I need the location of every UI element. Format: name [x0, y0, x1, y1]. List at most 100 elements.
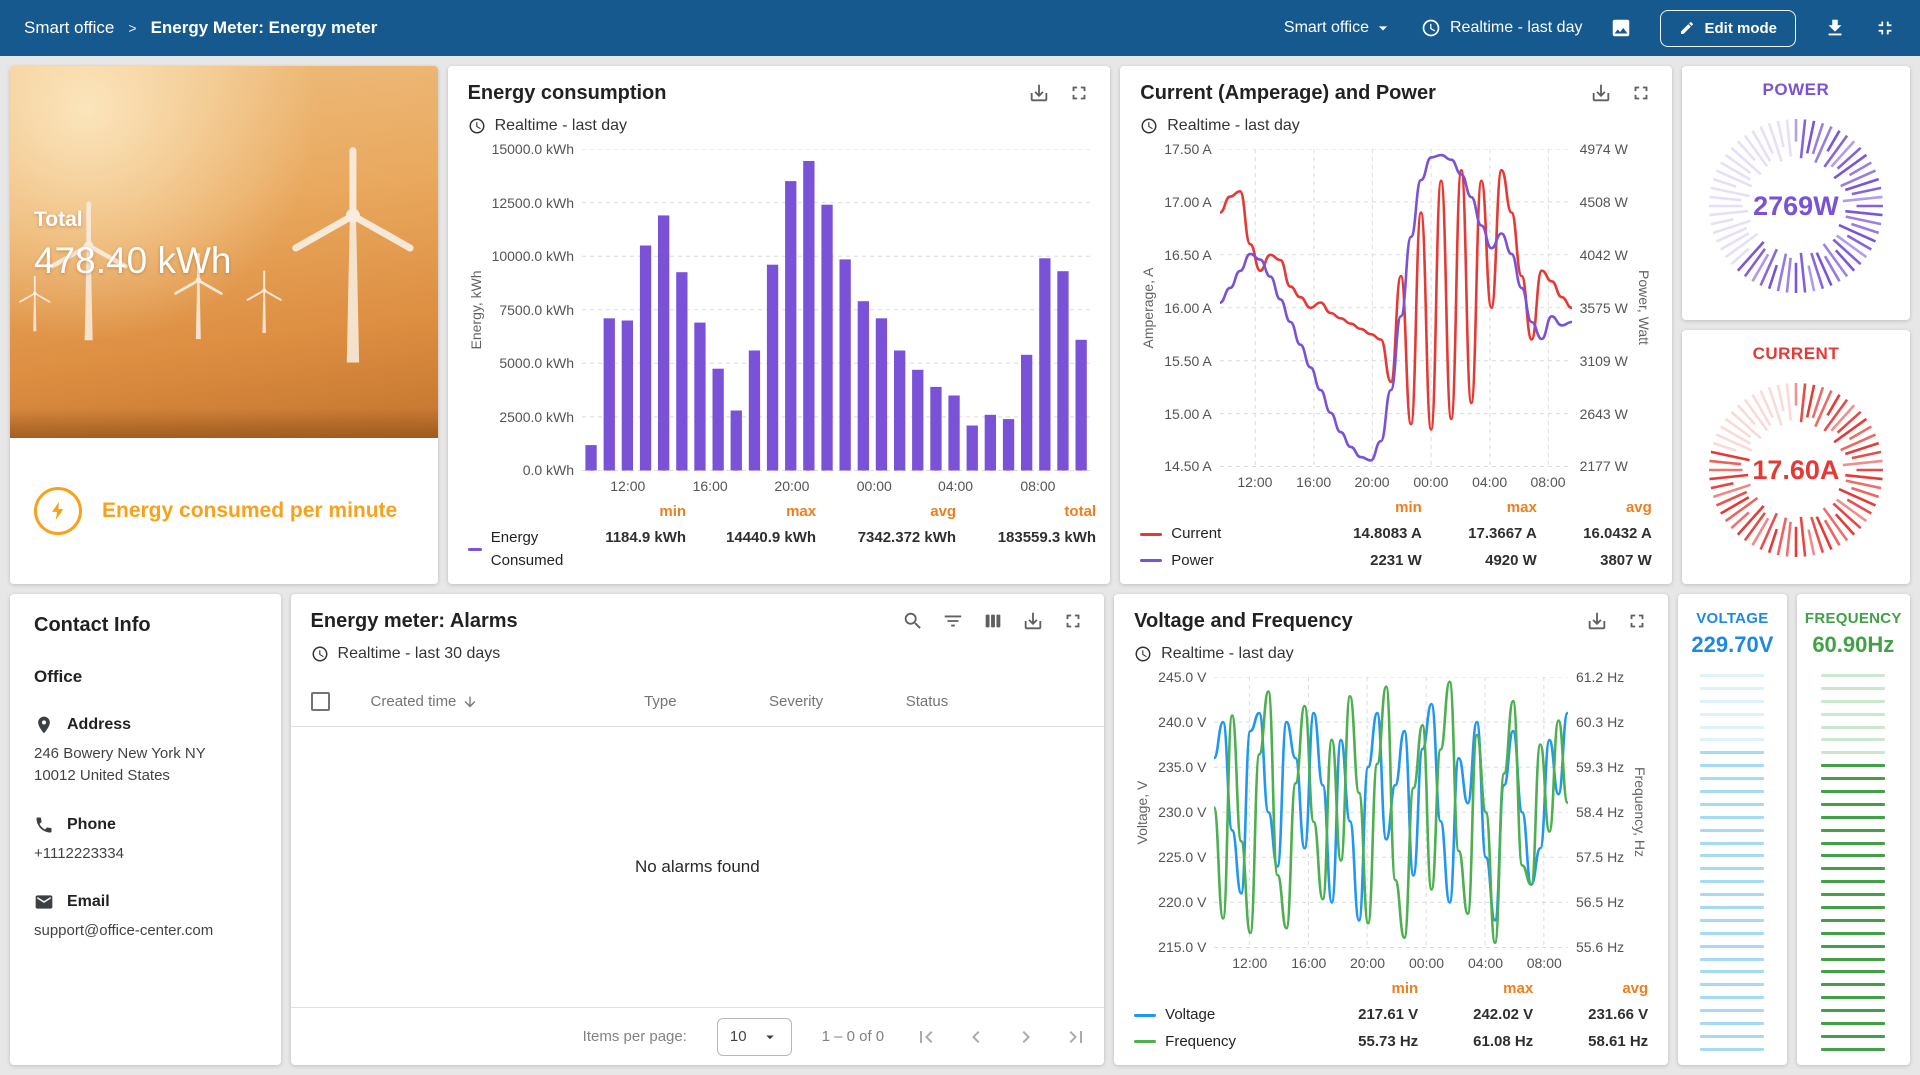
level-gauge-line: [1700, 777, 1764, 780]
columns-icon[interactable]: [982, 610, 1004, 632]
timewindow-label: Realtime - last day: [1161, 645, 1294, 663]
level-gauge-line: [1821, 906, 1885, 909]
alarms-table-header: Created time Type Severity Status: [291, 677, 1105, 727]
bolt-icon: [47, 500, 69, 522]
items-per-page-select[interactable]: 10: [717, 1018, 792, 1056]
total-value: 478.40 kWh: [34, 240, 231, 282]
column-severity[interactable]: Severity: [769, 693, 906, 710]
level-gauge-line: [1700, 970, 1764, 973]
level-gauge-line: [1821, 1048, 1885, 1051]
legend-total-value: 183559.3 kWh: [956, 527, 1096, 572]
level-gauge-line: [1700, 996, 1764, 999]
edit-mode-button[interactable]: Edit mode: [1660, 10, 1796, 47]
voltage-min: 217.61 V: [1303, 1004, 1418, 1027]
previous-page-button[interactable]: [964, 1025, 988, 1049]
alarms-paginator: Items per page: 10 1 – 0 of 0: [291, 1007, 1105, 1065]
entity-select[interactable]: Smart office: [1284, 18, 1393, 38]
fullscreen-icon[interactable]: [1630, 82, 1652, 104]
alarms-card: Energy meter: Alarms Realtime - last 30 …: [291, 594, 1105, 1065]
timewindow-label: Realtime - last day: [495, 117, 628, 135]
legend-swatch: [1140, 559, 1162, 562]
legend-series-label: Voltage: [1165, 1004, 1215, 1027]
level-gauge-line: [1700, 958, 1764, 961]
address-line-1: 246 Bowery New York NY: [34, 744, 257, 764]
level-gauge-line: [1700, 1035, 1764, 1038]
legend-avg-header: avg: [1537, 497, 1652, 520]
widget-timewindow[interactable]: Realtime - last day: [468, 117, 1091, 135]
level-gauge-line: [1700, 893, 1764, 896]
select-all-checkbox[interactable]: [311, 692, 330, 711]
filter-icon[interactable]: [942, 610, 964, 632]
entity-select-value: Smart office: [1284, 19, 1369, 37]
sort-desc-icon: [462, 694, 478, 710]
left-axis-labels: 245.0 V240.0 V235.0 V230.0 V225.0 V220.0…: [1150, 677, 1214, 948]
legend-series-frequency[interactable]: Frequency: [1134, 1031, 1303, 1054]
export-icon[interactable]: [1590, 82, 1612, 104]
legend-series-energy-consumed[interactable]: Energy Consumed: [468, 527, 572, 572]
x-tick-label: 08:00: [1020, 478, 1055, 494]
fullscreen-icon[interactable]: [1068, 82, 1090, 104]
phone-label: Phone: [67, 816, 116, 834]
timewindow-button[interactable]: Realtime - last day: [1421, 18, 1583, 38]
level-gauge-line: [1700, 687, 1764, 690]
y-axis-title: Energy, kWh: [468, 149, 484, 497]
level-gauge-line: [1700, 803, 1764, 806]
widget-timewindow[interactable]: Realtime - last day: [1140, 117, 1652, 135]
line-chart: [1220, 149, 1572, 467]
voltage-max: 242.02 V: [1418, 1004, 1533, 1027]
next-page-button[interactable]: [1014, 1025, 1038, 1049]
right-axis-title: Frequency, Hz: [1632, 677, 1648, 974]
first-page-button[interactable]: [914, 1025, 938, 1049]
current-gauge-card: CURRENT 17.60A: [1682, 330, 1910, 584]
chart-legend: min max avg total Energy Consumed 1184.9…: [468, 501, 1091, 573]
no-alarms-message: No alarms found: [291, 727, 1105, 1007]
legend-swatch: [1134, 1040, 1156, 1043]
last-page-button[interactable]: [1064, 1025, 1088, 1049]
level-gauge-line: [1700, 700, 1764, 703]
level-gauge-line: [1700, 751, 1764, 754]
widget-timewindow[interactable]: Realtime - last day: [1134, 645, 1648, 663]
column-created-time[interactable]: Created time: [371, 693, 645, 710]
legend-series-label: Power: [1171, 550, 1214, 573]
line-chart: [1214, 677, 1568, 948]
breadcrumb-root[interactable]: Smart office: [24, 18, 114, 38]
energy-per-minute-footer: Energy consumed per minute: [10, 438, 438, 584]
x-tick-label: 20:00: [774, 478, 809, 494]
legend-series-voltage[interactable]: Voltage: [1134, 1004, 1303, 1027]
export-icon[interactable]: [1586, 610, 1608, 632]
legend-series-current[interactable]: Current: [1140, 523, 1307, 546]
level-gauge-line: [1821, 829, 1885, 832]
level-gauge-line: [1700, 674, 1764, 677]
chart-legend: min max avg Current 14.8083 A 17.3667 A …: [1140, 497, 1652, 573]
export-icon[interactable]: [1022, 610, 1044, 632]
search-icon[interactable]: [902, 610, 924, 632]
screenshot-icon[interactable]: [1610, 17, 1632, 39]
x-tick-label: 12:00: [1232, 955, 1267, 971]
fullscreen-icon[interactable]: [1062, 610, 1084, 632]
level-gauge-line: [1821, 854, 1885, 857]
download-icon[interactable]: [1824, 17, 1846, 39]
level-gauge-line: [1821, 816, 1885, 819]
level-gauge-line: [1821, 945, 1885, 948]
fullscreen-icon[interactable]: [1626, 610, 1648, 632]
widget-timewindow[interactable]: Realtime - last 30 days: [311, 645, 1085, 663]
level-gauge-line: [1700, 790, 1764, 793]
frequency-gauge-title: FREQUENCY: [1805, 610, 1902, 627]
timewindow-label: Realtime - last day: [1167, 117, 1300, 135]
export-icon[interactable]: [1028, 82, 1050, 104]
level-gauge-line: [1821, 880, 1885, 883]
breadcrumb: Smart office > Energy Meter: Energy mete…: [24, 18, 377, 38]
level-gauge-line: [1821, 764, 1885, 767]
column-type[interactable]: Type: [644, 693, 769, 710]
items-per-page-value: 10: [730, 1028, 747, 1045]
legend-series-power[interactable]: Power: [1140, 550, 1307, 573]
column-status[interactable]: Status: [906, 693, 1084, 710]
x-tick-label: 20:00: [1350, 955, 1385, 971]
power-min: 2231 W: [1307, 550, 1422, 573]
level-gauge-line: [1821, 842, 1885, 845]
energy-bolt-badge: [34, 487, 82, 535]
legend-min-header: min: [571, 501, 686, 524]
legend-series-label: Current: [1171, 523, 1221, 546]
legend-max-header: max: [1422, 497, 1537, 520]
collapse-icon[interactable]: [1874, 17, 1896, 39]
